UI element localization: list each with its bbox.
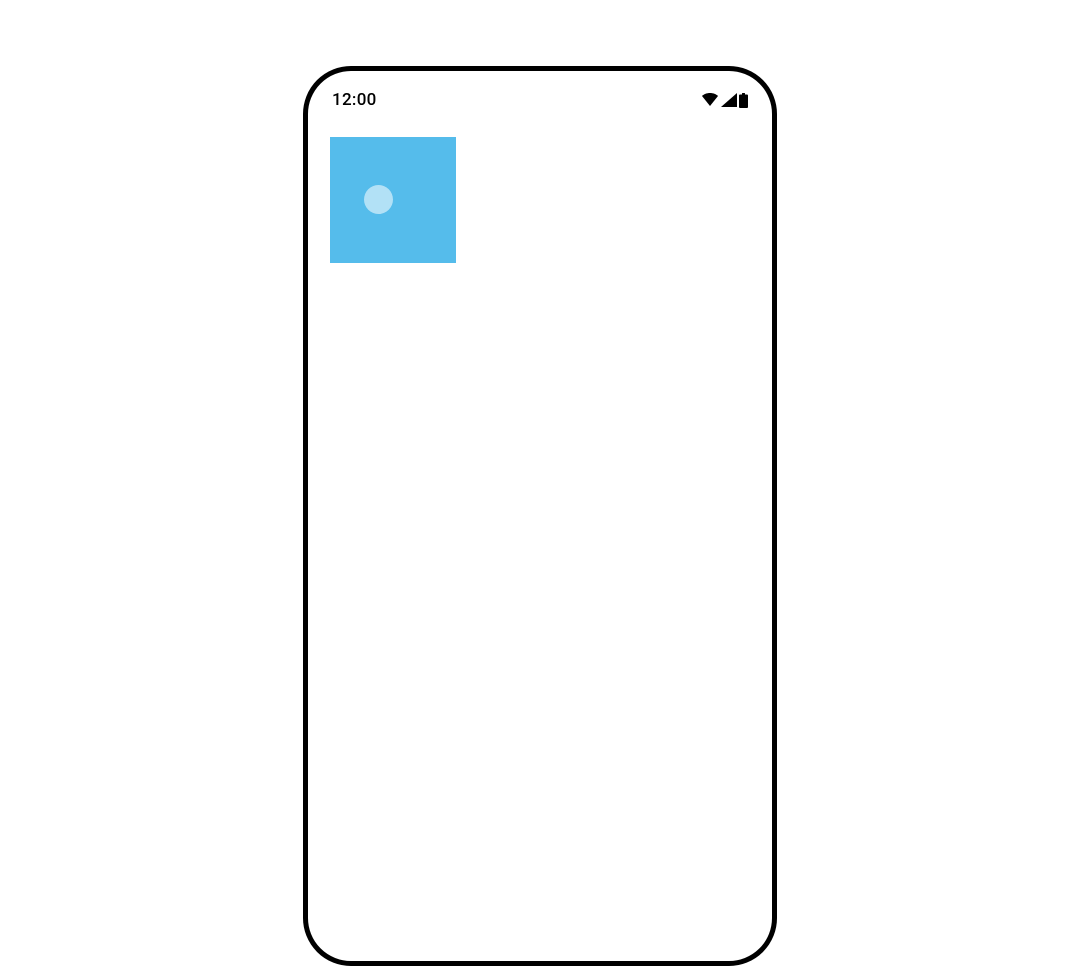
status-bar-icons — [701, 93, 748, 108]
battery-icon — [739, 93, 748, 108]
status-bar: 12:00 — [308, 71, 772, 115]
content-area — [308, 115, 772, 285]
device-frame: 12:00 — [303, 66, 777, 966]
touch-ripple-indicator — [364, 185, 393, 214]
draggable-square[interactable] — [330, 137, 456, 263]
wifi-icon — [701, 93, 719, 107]
status-bar-time: 12:00 — [332, 90, 377, 110]
cellular-signal-icon — [721, 93, 737, 107]
